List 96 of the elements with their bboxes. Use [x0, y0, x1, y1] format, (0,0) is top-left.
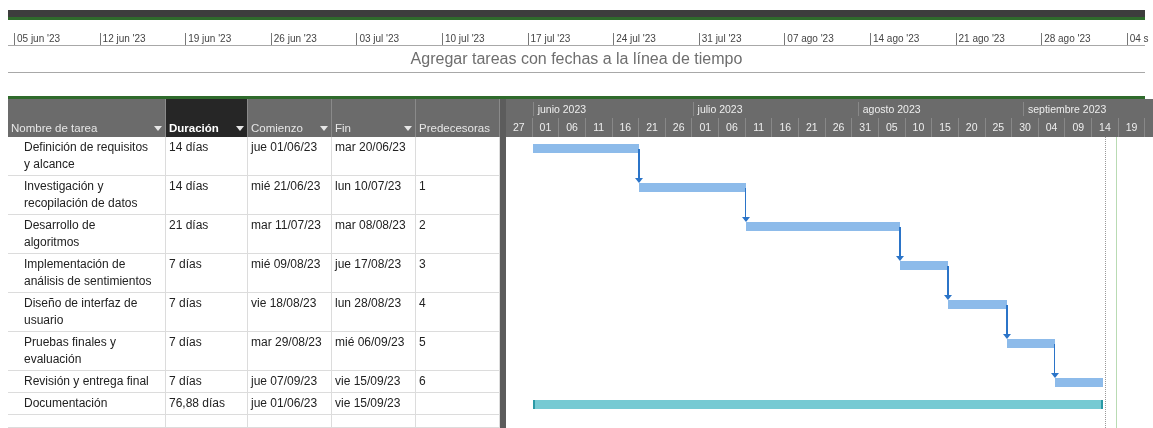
day-label: 21 — [799, 118, 826, 137]
task-bar[interactable] — [639, 183, 746, 192]
day-label: 06 — [559, 118, 586, 137]
start-date-cell: mar 11/07/23 — [248, 215, 332, 254]
timeline-tick: 24 jul '23 — [613, 33, 699, 45]
finish-date-cell: lun 28/08/23 — [332, 293, 416, 332]
duration-cell: 7 días — [166, 293, 248, 332]
finish-date-cell: jue 17/08/23 — [332, 254, 416, 293]
day-label: 09 — [1065, 118, 1093, 137]
timeline-tick: 03 jul '23 — [356, 33, 442, 45]
day-label: 10 — [905, 118, 933, 137]
task-bar[interactable] — [745, 222, 901, 231]
pane-splitter[interactable] — [500, 99, 506, 428]
day-label: 30 — [1012, 118, 1039, 137]
day-label: 20 — [958, 118, 986, 137]
month-label: julio 2023 — [692, 102, 743, 116]
finish-date-cell: mar 08/08/23 — [332, 215, 416, 254]
predecessors-cell: 6 — [416, 371, 500, 393]
day-label: 21 — [639, 118, 666, 137]
day-label: 31 — [852, 118, 879, 137]
task-name-cell: Definición de requisitos y alcance — [8, 137, 166, 176]
day-label: 11 — [745, 118, 773, 137]
day-label: 25 — [985, 118, 1013, 137]
task-name-cell: Desarrollo de algoritmos — [8, 215, 166, 254]
start-date-cell: mar 29/08/23 — [248, 332, 332, 371]
timeline-tick: 17 jul '23 — [527, 33, 614, 45]
finish-date-cell: vie 15/09/23 — [332, 393, 416, 415]
predecessors-cell: 5 — [416, 332, 500, 371]
duration-cell: 21 días — [166, 215, 248, 254]
task-bar[interactable] — [532, 144, 640, 153]
duration-cell: 7 días — [166, 332, 248, 371]
day-label: 26 — [825, 118, 853, 137]
predecessors-cell: 3 — [416, 254, 500, 293]
day-label: 06 — [719, 118, 746, 137]
column-header[interactable]: Duración — [166, 99, 248, 137]
duration-cell: 14 días — [166, 137, 248, 176]
day-label: 14 — [1092, 118, 1119, 137]
task-bar[interactable] — [1007, 339, 1055, 348]
column-header[interactable]: Predecesoras — [416, 99, 500, 137]
timeline-tick: 26 jun '23 — [270, 33, 357, 45]
start-date-cell: jue 07/09/23 — [248, 371, 332, 393]
start-date-cell: jue 01/06/23 — [248, 137, 332, 176]
day-label: 04 — [1038, 118, 1066, 137]
day-label: 19 — [1118, 118, 1146, 137]
finish-date-cell: mar 20/06/23 — [332, 137, 416, 176]
task-name-cell: Revisión y entrega final — [8, 371, 166, 393]
timeline-tick: 21 ago '23 — [955, 33, 1042, 45]
duration-cell: 7 días — [166, 254, 248, 293]
start-date-cell: mié 21/06/23 — [248, 176, 332, 215]
timeline-tick: 05 jun '23 — [14, 33, 100, 45]
month-label: agosto 2023 — [857, 102, 921, 116]
day-label: 05 — [878, 118, 906, 137]
day-label: 16 — [612, 118, 640, 137]
task-bar[interactable] — [532, 400, 1103, 409]
day-label: 16 — [772, 118, 800, 137]
day-label: 01 — [532, 118, 560, 137]
timeline-hint: Agregar tareas con fechas a la línea de tiempo — [410, 50, 743, 68]
duration-cell: 76,88 días — [166, 393, 248, 415]
predecessors-cell: 1 — [416, 176, 500, 215]
task-bar[interactable] — [900, 261, 949, 270]
timeline-tick: 04 s — [1126, 33, 1153, 45]
timeline-tick: 14 ago '23 — [869, 33, 956, 45]
timeline-tick: 12 jun '23 — [99, 33, 186, 45]
column-header[interactable]: Nombre de tarea — [8, 99, 166, 137]
start-date-cell: mié 09/08/23 — [248, 254, 332, 293]
timeline-tick: 19 jun '23 — [185, 33, 271, 45]
day-label: 11 — [585, 118, 613, 137]
start-date-cell: vie 18/08/23 — [248, 293, 332, 332]
day-label: 01 — [692, 118, 720, 137]
column-header[interactable]: Fin — [332, 99, 416, 137]
timeline-tick: 31 jul '23 — [698, 33, 785, 45]
predecessors-cell: 4 — [416, 293, 500, 332]
timeline-tick: 28 ago '23 — [1041, 33, 1127, 45]
task-name-cell: Diseño de interfaz de usuario — [8, 293, 166, 332]
start-date-cell: jue 01/06/23 — [248, 393, 332, 415]
month-label: junio 2023 — [532, 102, 587, 116]
task-bar[interactable] — [948, 300, 1007, 309]
duration-cell: 14 días — [166, 176, 248, 215]
day-label: 15 — [932, 118, 959, 137]
finish-date-cell: vie 15/09/23 — [332, 371, 416, 393]
task-name-cell: Implementación de análisis de sentimientos — [8, 254, 166, 293]
column-header[interactable]: Comienzo — [248, 99, 332, 137]
dropdown-caret-icon[interactable] — [236, 126, 244, 131]
predecessors-cell: 2 — [416, 215, 500, 254]
timeline-tick: 07 ago '23 — [784, 33, 870, 45]
task-bar[interactable] — [1055, 378, 1103, 387]
day-label: 27 — [506, 118, 533, 137]
finish-date-cell: lun 10/07/23 — [332, 176, 416, 215]
duration-cell: 7 días — [166, 371, 248, 393]
day-label: 26 — [665, 118, 693, 137]
finish-date-cell: mié 06/09/23 — [332, 332, 416, 371]
task-name-cell: Documentación — [8, 393, 166, 415]
task-name-cell: Pruebas finales y evaluación — [8, 332, 166, 371]
task-name-cell: Investigación y recopilación de datos — [8, 176, 166, 215]
timeline-tick: 10 jul '23 — [441, 33, 528, 45]
month-label: septiembre 2023 — [1023, 102, 1107, 116]
